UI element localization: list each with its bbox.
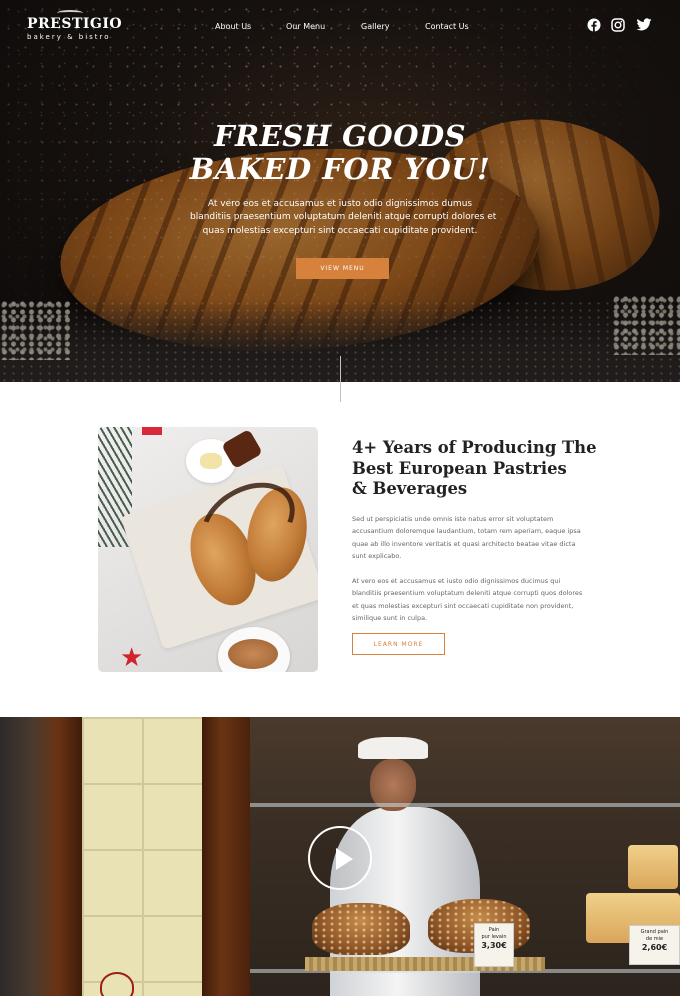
nav-item-about-us[interactable]: About Us <box>215 22 251 31</box>
about-title-line: Best European Pastries <box>352 458 567 478</box>
price-tag-name: Grand pain <box>640 929 669 935</box>
hero-description-line: At vero eos et accusamus et iusto odio d… <box>207 199 473 209</box>
about-paragraph-line: Sed ut perspiciatis unde omnis iste natu… <box>352 515 554 523</box>
star-ornament-icon: ★ <box>120 642 144 672</box>
nav-item-our-menu[interactable]: Our Menu <box>286 22 325 31</box>
price-tag-sub: pur levain <box>481 934 507 940</box>
view-menu-button[interactable]: VIEW MENU <box>296 258 389 279</box>
about-paragraph-line: At vero eos et accusamus et iusto odio d… <box>352 577 561 585</box>
price-tag-price: 3,30€ <box>481 941 507 950</box>
about-title: 4+ Years of Producing The Best European … <box>352 438 597 500</box>
price-tag-name: Pain <box>488 927 500 933</box>
about-paragraph: Sed ut perspiciatis unde omnis iste natu… <box>352 513 584 562</box>
door-frame <box>0 717 82 996</box>
brand-tagline: bakery & bistro <box>27 33 111 41</box>
price-tag: Pain pur levain 3,30€ <box>474 923 514 967</box>
crown-icon <box>57 10 83 16</box>
play-icon <box>336 848 353 870</box>
tiled-wall <box>82 717 202 996</box>
about-title-line: 4+ Years of Producing The <box>352 438 597 457</box>
hero-title-line: BAKED FOR YOU! <box>189 152 491 186</box>
ribbon-decoration <box>142 427 162 435</box>
bread-loaf <box>628 845 678 889</box>
about-paragraph: At vero eos et accusamus et iusto odio d… <box>352 575 584 624</box>
facebook-icon[interactable] <box>587 18 601 32</box>
chef-hat <box>358 737 428 759</box>
price-tag-sub: de mie <box>645 936 664 942</box>
pastries-photo: ★ <box>98 427 318 672</box>
instagram-icon[interactable] <box>611 18 625 32</box>
section-divider <box>340 356 341 402</box>
hero-description: At vero eos et accusamus et iusto odio d… <box>190 198 497 238</box>
hero-section <box>0 0 680 382</box>
about-paragraph-line: quae ab illo inventore veritatis et quas… <box>352 539 576 548</box>
about-paragraph-line: sunt explicabo. <box>352 551 402 560</box>
play-video-button[interactable] <box>308 826 372 890</box>
window-frame <box>202 717 250 996</box>
about-paragraph-line: similique sunt in culpa. <box>352 613 428 622</box>
about-paragraph-line: accusantium doloremque laudantium, totam… <box>352 527 581 536</box>
about-paragraph-line: blanditiis praesentium voluptatum deleni… <box>352 589 583 598</box>
main-nav: About Us Our Menu Gallery Contact Us <box>0 22 680 34</box>
bread-loaf <box>312 903 410 955</box>
nav-item-gallery[interactable]: Gallery <box>361 22 390 31</box>
price-tag: Grand pain de mie 2,60€ <box>629 925 680 965</box>
tea-cup <box>218 627 290 672</box>
hero-description-line: blanditiis praesentium voluptatum deleni… <box>190 212 497 223</box>
glass-shelf <box>250 803 680 807</box>
hero-description-line: quas molestias excepturi sint occaecati … <box>202 225 478 236</box>
hero-title: FRESH GOODS BAKED FOR YOU! <box>0 120 680 186</box>
about-paragraph-line: et quas molestias excepturi sint occaeca… <box>352 601 574 610</box>
hero-title-line: FRESH GOODS <box>213 119 467 153</box>
crest-emblem-icon <box>100 972 134 996</box>
about-title-line: & Beverages <box>352 479 468 498</box>
price-tag-price: 2,60€ <box>641 943 668 952</box>
hero-overlay <box>0 0 680 382</box>
twitter-icon[interactable] <box>636 18 652 32</box>
nav-item-contact-us[interactable]: Contact Us <box>425 22 469 31</box>
learn-more-button[interactable]: LEARN MORE <box>352 633 445 655</box>
